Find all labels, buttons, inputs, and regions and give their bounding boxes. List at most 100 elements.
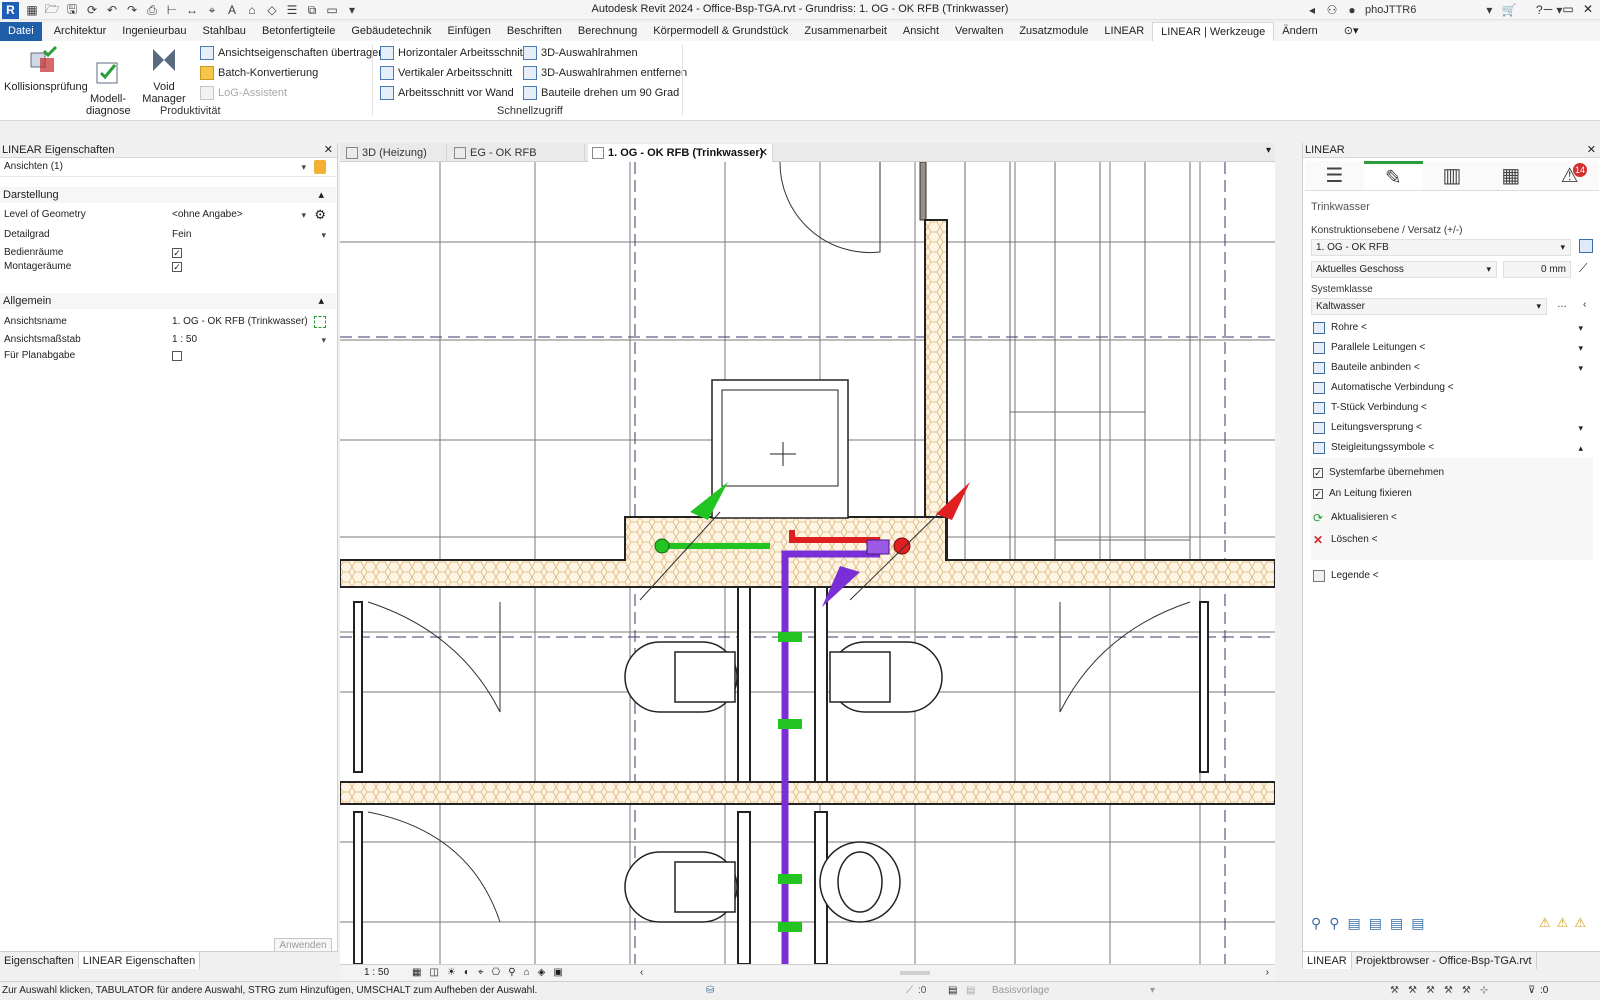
tab-menu-icon[interactable]: ▾ xyxy=(1266,145,1271,156)
section-icon[interactable]: ◇ xyxy=(265,3,279,17)
gear-icon[interactable]: ⚙ xyxy=(314,207,326,223)
tab-eigenschaften[interactable]: Eigenschaften xyxy=(0,952,79,969)
planabgabe-checkbox[interactable] xyxy=(172,351,182,361)
close-panel-icon[interactable]: ✕ xyxy=(1587,143,1596,158)
prop-ansichtsmassstab[interactable]: Ansichtsmaßstab 1 : 50 ▾ xyxy=(0,332,336,348)
offset-input[interactable]: 0 mm xyxy=(1503,261,1571,278)
maximize-button[interactable]: ▭ xyxy=(1558,2,1578,18)
ribbon-toggle-icon[interactable]: ⊙▾ xyxy=(1336,22,1367,41)
table-icon[interactable]: ▤ xyxy=(948,982,957,1000)
tab-stahlbau[interactable]: Stahlbau xyxy=(195,22,254,41)
user-name[interactable]: phoJTTR6 xyxy=(1365,4,1416,16)
tab-betonfertigteile[interactable]: Betonfertigteile xyxy=(254,22,343,41)
collapse-left-icon[interactable]: ‹ xyxy=(1583,299,1586,310)
user-icon[interactable]: ● xyxy=(1345,3,1359,17)
close-panel-icon[interactable]: ✕ xyxy=(324,143,333,158)
bauteile-anbinden-item[interactable]: Bauteile anbinden < ▾ xyxy=(1311,359,1591,377)
lock-icon[interactable] xyxy=(314,160,326,174)
tab-linear-werkzeuge[interactable]: LINEAR | Werkzeuge xyxy=(1152,22,1275,41)
section-allgemein[interactable]: Allgemein ▴ xyxy=(0,293,336,309)
tab-linear[interactable]: LINEAR xyxy=(1096,22,1152,41)
kollisionspruefung-button[interactable]: Kollisionsprüfung xyxy=(4,45,88,93)
thin-lines-icon[interactable]: ☰ xyxy=(285,3,299,17)
print-icon[interactable]: ⎙ xyxy=(145,3,159,17)
prop-detailgrad[interactable]: Detailgrad Fein ▾ xyxy=(0,227,336,243)
konstruktion-select[interactable]: 1. OG - OK RFB ▾ xyxy=(1311,239,1571,256)
tab-zusatzmodule[interactable]: Zusatzmodule xyxy=(1011,22,1096,41)
log-assistent-button[interactable]: LoG-Assistent xyxy=(200,85,287,101)
montageraeume-checkbox[interactable]: ✓ xyxy=(172,262,182,272)
close-hidden-icon[interactable]: ⧉ xyxy=(305,3,319,17)
geschoss-select[interactable]: Aktuelles Geschoss ▾ xyxy=(1311,261,1497,278)
user-dropdown-icon[interactable]: ▾ xyxy=(1482,3,1496,17)
cart-icon[interactable]: 🛒 xyxy=(1502,3,1517,17)
dimension-icon[interactable]: ↔ xyxy=(185,3,199,17)
tab-eg-heizung[interactable]: EG - OK RFB (Heizung) xyxy=(450,144,585,177)
bauteile-drehen-button[interactable]: Bauteile drehen um 90 Grad xyxy=(523,85,679,101)
save-icon[interactable]: 🖫 xyxy=(65,2,79,17)
tab-zusammenarbeit[interactable]: Zusammenarbeit xyxy=(796,22,895,41)
systemfarbe-checkbox[interactable]: ✓ xyxy=(1313,468,1323,478)
selection-filter-icons[interactable]: ⚒⚒⚒⚒⚒⊹ xyxy=(1390,982,1497,1000)
type-selector[interactable]: Ansichten (1) ▾ xyxy=(0,159,336,177)
binoculars-icon[interactable]: ⚇ xyxy=(1325,3,1339,17)
edit-name-icon[interactable] xyxy=(314,316,326,328)
template-dropdown-icon[interactable]: ▾ xyxy=(1150,982,1155,1000)
an-leitung-fixieren-check[interactable]: ✓ An Leitung fixieren xyxy=(1313,486,1412,502)
leitungsversprung-item[interactable]: Leitungsversprung < ▾ xyxy=(1311,419,1591,437)
tab-koerpermodell[interactable]: Körpermodell & Grundstück xyxy=(645,22,796,41)
void-manager-button[interactable]: Void Manager xyxy=(132,45,196,105)
tab-beschriften[interactable]: Beschriften xyxy=(499,22,570,41)
floor-plan-canvas[interactable] xyxy=(340,162,1275,964)
systemklasse-select[interactable]: Kaltwasser ▾ xyxy=(1311,298,1547,315)
3d-auswahlrahmen-entfernen-button[interactable]: 3D-Auswahlrahmen entfernen xyxy=(523,65,687,81)
calculator-icon[interactable]: ▦ xyxy=(1481,161,1540,190)
floor-plan-drawing[interactable] xyxy=(340,162,1275,964)
horizontaler-arbeitsschnitt-button[interactable]: Horizontaler Arbeitsschnitt xyxy=(380,45,526,61)
automatische-verbindung-item[interactable]: Automatische Verbindung < xyxy=(1311,379,1591,397)
fixieren-checkbox[interactable]: ✓ xyxy=(1313,489,1323,499)
switch-windows-icon[interactable]: ▭ xyxy=(325,3,339,17)
design-options-icon[interactable]: ⟋ xyxy=(906,982,913,1000)
worksets-icon[interactable]: ⛁ xyxy=(706,982,714,1000)
prop-ansichtsname[interactable]: Ansichtsname 1. OG - OK RFB (Trinkwasser) xyxy=(0,314,336,330)
t-stueck-item[interactable]: T-Stück Verbindung < xyxy=(1311,399,1591,417)
tab-verwalten[interactable]: Verwalten xyxy=(947,22,1011,41)
tab-projektbrowser[interactable]: Projektbrowser - Office-Bsp-TGA.rvt xyxy=(1352,952,1537,969)
tab-1og-trinkwasser[interactable]: 1. OG - OK RFB (Trinkwasser) ✕ xyxy=(588,144,773,162)
section-darstellung[interactable]: Darstellung ▴ xyxy=(0,187,336,203)
close-window-button[interactable]: ✕ xyxy=(1578,2,1598,18)
vertikaler-arbeitsschnitt-button[interactable]: Vertikaler Arbeitsschnitt xyxy=(380,65,512,81)
tab-ingenieurbau[interactable]: Ingenieurbau xyxy=(114,22,194,41)
prop-level-of-geometry[interactable]: Level of Geometry <ohne Angabe> ▾ ⚙ xyxy=(0,207,336,223)
tab-3d-heizung[interactable]: 3D (Heizung) xyxy=(342,144,447,162)
legende-item[interactable]: Legende < xyxy=(1311,567,1591,585)
tab-berechnung[interactable]: Berechnung xyxy=(570,22,645,41)
pick-offset-icon[interactable]: ⟋ xyxy=(1579,261,1587,276)
arbeitsschnitt-vor-wand-button[interactable]: Arbeitsschnitt vor Wand xyxy=(380,85,514,101)
parallele-leitungen-item[interactable]: Parallele Leitungen < ▾ xyxy=(1311,339,1591,357)
nav-left-icon[interactable]: ◂ xyxy=(1305,3,1319,17)
view-scale[interactable]: 1 : 50 xyxy=(364,965,389,981)
open-icon[interactable]: 🗁 xyxy=(45,2,60,17)
scroll-left-icon[interactable]: ‹ xyxy=(640,965,643,981)
edit-icon[interactable]: ✎ xyxy=(1363,161,1423,190)
tab-ansicht[interactable]: Ansicht xyxy=(895,22,947,41)
aktualisieren-item[interactable]: ⟳ Aktualisieren < xyxy=(1311,509,1591,527)
redo-icon[interactable]: ↷ xyxy=(125,3,139,17)
ansichtseigenschaften-button[interactable]: Ansichtseigenschaften übertragen xyxy=(200,45,384,61)
bedienraeume-checkbox[interactable]: ✓ xyxy=(172,248,182,258)
rohre-item[interactable]: Rohre < ▾ xyxy=(1311,319,1591,337)
view-control-icons[interactable]: ▦◫☀◐⌖⎔⚲⌂◈▣ xyxy=(412,965,571,981)
sync-icon[interactable]: ⟳ xyxy=(85,3,99,17)
minimize-button[interactable]: ─ xyxy=(1538,2,1558,18)
3d-auswahlrahmen-button[interactable]: 3D-Auswahlrahmen xyxy=(523,45,638,61)
columns-icon[interactable]: ▥ xyxy=(1423,161,1482,190)
customize-qa-icon[interactable]: ▾ xyxy=(345,3,359,17)
tab-architektur[interactable]: Architektur xyxy=(46,22,115,41)
filter-icon[interactable]: ⊽ xyxy=(1528,982,1535,1000)
tab-einfuegen[interactable]: Einfügen xyxy=(439,22,498,41)
level-stack-icon[interactable] xyxy=(1579,239,1593,253)
horizontal-scrollbar[interactable] xyxy=(900,971,930,975)
3d-view-icon[interactable]: ⌂ xyxy=(245,3,259,17)
